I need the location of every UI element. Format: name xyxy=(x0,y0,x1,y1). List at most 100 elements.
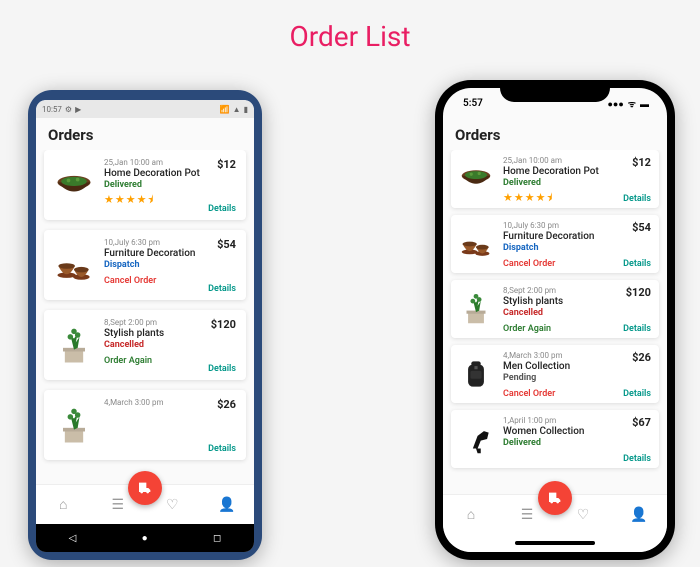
order-card[interactable]: 4,March 3:00 pm $26 Details xyxy=(44,390,246,460)
order-price: $54 xyxy=(217,238,236,251)
play-icon: ▶ xyxy=(75,105,81,114)
order-action-link[interactable]: Cancel Order xyxy=(503,259,615,269)
home-icon[interactable]: ⌂ xyxy=(461,506,481,523)
android-order-list[interactable]: 25,Jan 10:00 amHome Decoration PotDelive… xyxy=(36,150,254,484)
order-action-link[interactable]: Order Again xyxy=(104,356,200,366)
order-product-image xyxy=(457,160,495,198)
order-product-image xyxy=(457,225,495,263)
order-status: Dispatch xyxy=(503,243,615,253)
details-link[interactable]: Details xyxy=(623,324,651,334)
screen-title: Orders xyxy=(455,126,655,144)
recents-button[interactable]: ◻ xyxy=(213,533,221,544)
order-product-name: Men Collection xyxy=(503,361,615,372)
order-product-name: Furniture Decoration xyxy=(503,231,615,242)
order-date: 25,Jan 10:00 am xyxy=(503,156,615,165)
order-card[interactable]: 1,April 1:00 pmWomen CollectionDelivered… xyxy=(451,410,659,468)
order-status: Cancelled xyxy=(503,308,615,318)
status-time: 10:57 xyxy=(42,105,62,114)
order-price: $67 xyxy=(632,416,651,429)
order-status: Dispatch xyxy=(104,260,200,270)
order-card[interactable]: 4,March 3:00 pmMen CollectionPending Canc… xyxy=(451,345,659,403)
iphone-screen: 5:57 ●●●ᯤ▬ Orders 25,Jan 10:00 amHome De… xyxy=(443,88,667,552)
order-status: Pending xyxy=(503,373,615,383)
truck-icon xyxy=(547,490,563,506)
iphone-home-indicator[interactable] xyxy=(443,534,667,552)
android-device-frame: 10:57⚙▶ 📶▲▮ Orders 25,Jan 10:00 amHome D… xyxy=(28,90,262,560)
screen-header: Orders xyxy=(443,118,667,150)
android-status-bar: 10:57⚙▶ 📶▲▮ xyxy=(36,100,254,118)
order-status: Delivered xyxy=(503,178,615,188)
fab-delivery-button[interactable] xyxy=(538,481,572,515)
order-status: Cancelled xyxy=(104,340,200,350)
order-card[interactable]: 8,Sept 2:00 pmStylish plantsCancelled Ord… xyxy=(44,310,246,380)
home-button[interactable]: ● xyxy=(142,533,148,544)
order-price: $12 xyxy=(632,156,651,169)
battery-icon: ▬ xyxy=(640,100,649,110)
iphone-device-frame: 5:57 ●●●ᯤ▬ Orders 25,Jan 10:00 amHome De… xyxy=(435,80,675,560)
details-link[interactable]: Details xyxy=(623,389,651,399)
details-link[interactable]: Details xyxy=(208,284,236,294)
order-date: 8,Sept 2:00 pm xyxy=(104,318,200,327)
screen-title: Orders xyxy=(48,126,242,144)
order-product-name: Furniture Decoration xyxy=(104,248,200,259)
rating-stars: ★★★★⯨ xyxy=(104,194,200,205)
back-button[interactable]: ◁ xyxy=(69,533,77,544)
order-action-link[interactable]: Order Again xyxy=(503,324,615,334)
order-product-image xyxy=(52,244,96,288)
profile-icon[interactable]: 👤 xyxy=(629,507,649,523)
order-date: 1,April 1:00 pm xyxy=(503,416,615,425)
order-product-name: Women Collection xyxy=(503,426,615,437)
order-date: 4,March 3:00 pm xyxy=(104,398,200,407)
order-product-name: Home Decoration Pot xyxy=(104,168,200,179)
order-product-image xyxy=(52,324,96,368)
order-product-name: Stylish plants xyxy=(503,296,615,307)
order-date: 10,July 6:30 pm xyxy=(104,238,200,247)
order-action-link[interactable]: Cancel Order xyxy=(104,276,200,286)
order-product-image xyxy=(52,404,96,448)
truck-icon xyxy=(137,480,153,496)
order-date: 10,July 6:30 pm xyxy=(503,221,615,230)
android-screen: 10:57⚙▶ 📶▲▮ Orders 25,Jan 10:00 amHome D… xyxy=(36,100,254,552)
fab-delivery-button[interactable] xyxy=(128,471,162,505)
order-price: $26 xyxy=(632,351,651,364)
list-icon[interactable]: ☰ xyxy=(517,507,537,523)
order-card[interactable]: 25,Jan 10:00 amHome Decoration PotDelive… xyxy=(44,150,246,220)
details-link[interactable]: Details xyxy=(623,194,651,204)
order-date: 8,Sept 2:00 pm xyxy=(503,286,615,295)
heart-icon[interactable]: ♡ xyxy=(573,507,593,523)
home-icon[interactable]: ⌂ xyxy=(53,496,73,513)
details-link[interactable]: Details xyxy=(208,204,236,214)
order-card[interactable]: 25,Jan 10:00 amHome Decoration PotDelive… xyxy=(451,150,659,208)
heart-icon[interactable]: ♡ xyxy=(162,497,182,513)
order-product-image xyxy=(457,420,495,458)
details-link[interactable]: Details xyxy=(208,444,236,454)
rating-stars: ★★★★⯨ xyxy=(503,192,615,203)
android-system-nav: ◁ ● ◻ xyxy=(36,524,254,552)
order-card[interactable]: 10,July 6:30 pmFurniture DecorationDispa… xyxy=(44,230,246,300)
order-status: Delivered xyxy=(104,180,200,190)
order-action-link[interactable]: Cancel Order xyxy=(503,389,615,399)
bottom-nav: ⌂ ☰ ♡ 👤 xyxy=(36,484,254,524)
order-price: $120 xyxy=(211,318,236,331)
iphone-order-list[interactable]: 25,Jan 10:00 amHome Decoration PotDelive… xyxy=(443,150,667,494)
status-time: 5:57 xyxy=(463,98,483,109)
order-product-name: Home Decoration Pot xyxy=(503,166,615,177)
order-status: Delivered xyxy=(503,438,615,448)
details-link[interactable]: Details xyxy=(623,259,651,269)
details-link[interactable]: Details xyxy=(623,454,651,464)
order-card[interactable]: 8,Sept 2:00 pmStylish plantsCancelled Ord… xyxy=(451,280,659,338)
order-product-image xyxy=(457,355,495,393)
order-price: $120 xyxy=(626,286,651,299)
order-price: $26 xyxy=(217,398,236,411)
signal-icon: ▲ xyxy=(233,105,241,114)
list-icon[interactable]: ☰ xyxy=(108,497,128,513)
gear-icon: ⚙ xyxy=(65,105,72,114)
order-date: 4,March 3:00 pm xyxy=(503,351,615,360)
details-link[interactable]: Details xyxy=(208,364,236,374)
order-price: $54 xyxy=(632,221,651,234)
order-card[interactable]: 10,July 6:30 pmFurniture DecorationDispa… xyxy=(451,215,659,273)
order-product-name: Stylish plants xyxy=(104,328,200,339)
profile-icon[interactable]: 👤 xyxy=(217,497,237,513)
order-date: 25,Jan 10:00 am xyxy=(104,158,200,167)
page-title: Order List xyxy=(0,20,700,53)
